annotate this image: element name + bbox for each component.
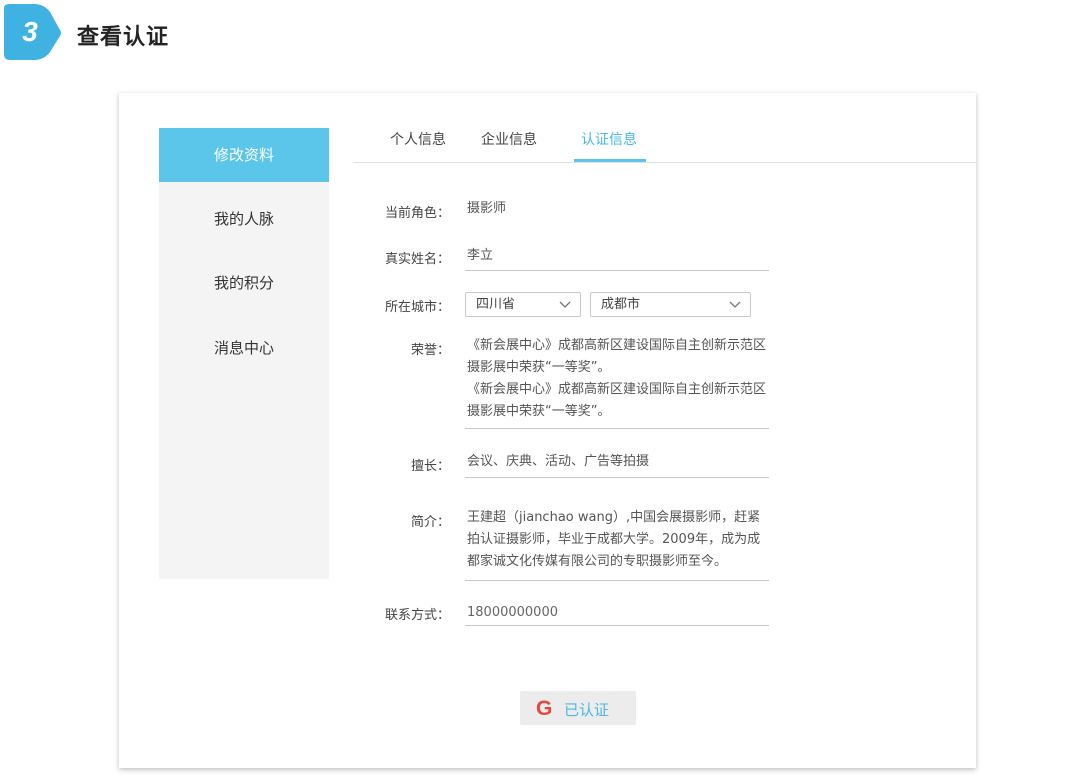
intro-text[interactable]: 王建超（jianchao wang）,中国会展摄影师，赶紧 拍认证摄影师，毕业于… <box>467 507 760 573</box>
honors-label: 荣誉： <box>411 343 451 358</box>
intro-line: 王建超（jianchao wang）,中国会展摄影师，赶紧 <box>467 510 761 525</box>
active-tab-indicator <box>574 159 646 162</box>
real-name-underline <box>465 270 769 271</box>
city-select-value: 成都市 <box>601 297 641 312</box>
sidebar-item-label: 我的积分 <box>213 274 274 292</box>
city-label: 所在城市： <box>385 300 451 315</box>
honors-line: 摄影展中荣获“一等奖”。 <box>467 360 611 375</box>
intro-label: 简介： <box>411 515 451 530</box>
tab-verification-info[interactable]: 认证信息 <box>581 129 637 149</box>
step-number: 3 <box>22 16 38 47</box>
verified-button[interactable]: G 已认证 <box>520 691 636 725</box>
intro-line: 都家诚文化传媒有限公司的专职摄影师至今。 <box>467 554 728 569</box>
sidebar-item-contacts[interactable]: 我的人脉 <box>159 192 329 246</box>
honors-underline <box>465 428 769 429</box>
province-select[interactable]: 四川省 <box>465 292 581 317</box>
sidebar-item-points[interactable]: 我的积分 <box>159 256 329 310</box>
sidebar-item-edit-profile[interactable]: 修改资料 <box>159 128 329 182</box>
step-number-badge-icon: 3 <box>4 4 61 60</box>
province-select-value: 四川省 <box>476 297 516 312</box>
intro-underline <box>465 580 769 581</box>
intro-line: 拍认证摄影师，毕业于成都大学。2009年，成为成 <box>467 532 761 547</box>
honors-line: 《新会展中心》成都高新区建设国际自主创新示范区 <box>467 338 767 353</box>
tab-bar: 个人信息 企业信息 认证信息 <box>353 93 976 163</box>
sidebar-item-label: 我的人脉 <box>213 210 274 228</box>
honors-line: 《新会展中心》成都高新区建设国际自主创新示范区 <box>467 382 767 397</box>
role-value: 摄影师 <box>467 201 507 216</box>
honors-line: 摄影展中荣获“一等奖”。 <box>467 404 611 419</box>
tab-personal-info[interactable]: 个人信息 <box>390 129 446 149</box>
city-select[interactable]: 成都市 <box>590 292 751 317</box>
honors-text[interactable]: 《新会展中心》成都高新区建设国际自主创新示范区 摄影展中荣获“一等奖”。 《新会… <box>467 335 766 423</box>
chevron-down-icon <box>729 301 741 308</box>
tab-company-info[interactable]: 企业信息 <box>481 129 537 149</box>
sidebar-item-label: 消息中心 <box>213 339 274 357</box>
real-name-label: 真实姓名： <box>385 252 451 267</box>
step-header: 3 查看认证 <box>0 0 1074 70</box>
role-label: 当前角色： <box>385 206 451 221</box>
profile-card: 修改资料 我的人脉 我的积分 消息中心 个人信息 企业信息 认证信息 当前角色：… <box>119 93 976 768</box>
contact-underline <box>465 625 769 626</box>
contact-label: 联系方式： <box>385 608 451 623</box>
contact-field[interactable]: 18000000000 <box>467 602 558 624</box>
step-title: 查看认证 <box>77 25 170 50</box>
verified-label: 已认证 <box>564 701 610 719</box>
specialty-field[interactable]: 会议、庆典、活动、广告等拍摄 <box>467 451 649 473</box>
g-logo-icon: G <box>536 697 553 720</box>
sidebar-item-messages[interactable]: 消息中心 <box>159 321 329 375</box>
real-name-field[interactable]: 李立 <box>467 245 493 267</box>
chevron-down-icon <box>559 301 571 308</box>
specialty-underline <box>465 477 769 478</box>
specialty-label: 擅长： <box>411 459 451 474</box>
sidebar: 修改资料 我的人脉 我的积分 消息中心 <box>159 128 329 579</box>
sidebar-item-label: 修改资料 <box>213 146 274 164</box>
